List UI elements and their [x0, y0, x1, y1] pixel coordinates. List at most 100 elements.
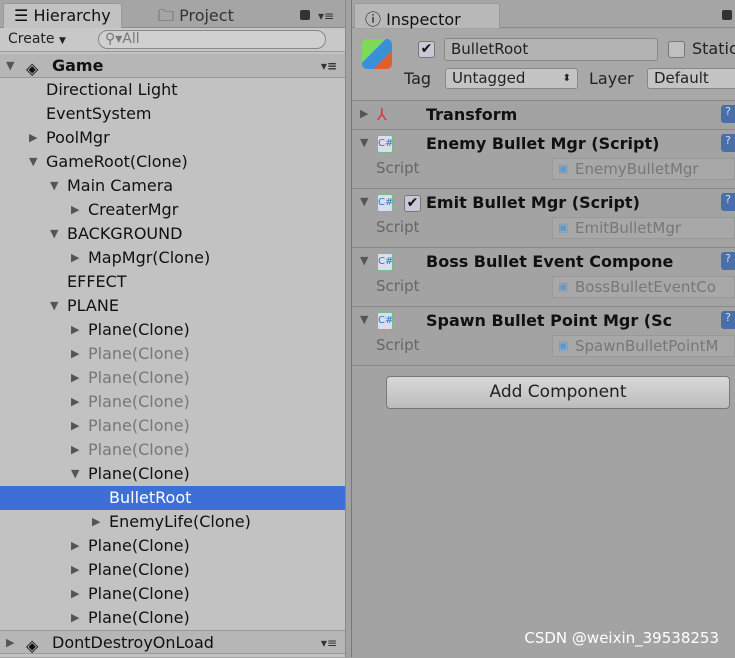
collapsed-arrow-icon[interactable]: ▶	[71, 606, 79, 630]
hierarchy-item[interactable]: ▶ EnemyLife(Clone)	[0, 510, 345, 534]
layer-dropdown[interactable]: Default	[647, 68, 735, 89]
enabled-checkbox[interactable]: ✔	[404, 195, 421, 212]
component-title: Transform	[426, 105, 518, 124]
add-component-button[interactable]: Add Component	[386, 376, 730, 409]
hierarchy-item[interactable]: ▶ Plane(Clone)	[0, 582, 345, 606]
inspector-panel: ⓘ Inspector ✔ BulletRoot Static Tag Unta…	[351, 0, 735, 657]
tab-hierarchy[interactable]: ☰ Hierarchy	[3, 3, 122, 28]
script-field[interactable]: ▣ BossBulletEventCo	[552, 276, 735, 298]
item-label: Plane(Clone)	[88, 416, 190, 435]
item-label: PoolMgr	[46, 128, 110, 147]
collapsed-arrow-icon[interactable]: ▶	[71, 366, 79, 390]
collapsed-arrow-icon[interactable]: ▶	[71, 534, 79, 558]
scene-menu-icon[interactable]: ▾≡	[321, 54, 337, 78]
search-input[interactable]: ⚲▾All	[98, 30, 326, 49]
hierarchy-item[interactable]: ▼ PLANE	[0, 294, 345, 318]
expanded-arrow-icon[interactable]: ▼	[6, 54, 14, 78]
static-checkbox[interactable]	[668, 41, 685, 58]
collapsed-arrow-icon[interactable]: ▶	[71, 582, 79, 606]
create-button[interactable]: Create ▼	[8, 31, 66, 47]
script-field[interactable]: ▣ EnemyBulletMgr	[552, 158, 735, 180]
help-icon[interactable]: ?	[721, 252, 735, 270]
collapsed-arrow-icon[interactable]: ▶	[71, 342, 79, 366]
hierarchy-item[interactable]: ▶ CreaterMgr	[0, 198, 345, 222]
tag-dropdown[interactable]: Untagged ⬍	[445, 68, 578, 89]
scene-row[interactable]: ▼ ◈ Game ▾≡	[0, 54, 345, 78]
scene-menu-icon[interactable]: ▾≡	[321, 631, 337, 655]
collapsed-arrow-icon[interactable]: ▶	[71, 438, 79, 462]
hierarchy-item[interactable]: ▶ Plane(Clone)	[0, 342, 345, 366]
help-icon[interactable]: ?	[721, 134, 735, 152]
hierarchy-item[interactable]: ▶ Plane(Clone)	[0, 558, 345, 582]
expanded-arrow-icon[interactable]: ▼	[360, 313, 368, 326]
expanded-arrow-icon[interactable]: ▼	[50, 222, 58, 246]
expanded-arrow-icon[interactable]: ▼	[50, 294, 58, 318]
expanded-arrow-icon[interactable]: ▼	[29, 150, 37, 174]
help-icon[interactable]: ?	[721, 311, 735, 329]
collapsed-arrow-icon[interactable]: ▶	[29, 126, 37, 150]
transform-component[interactable]: ▶ ⅄ Transform ?	[352, 101, 735, 130]
hierarchy-item[interactable]: ▶ Plane(Clone)	[0, 534, 345, 558]
hierarchy-item[interactable]: ▼ Main Camera	[0, 174, 345, 198]
hierarchy-item[interactable]: ▼ BACKGROUND	[0, 222, 345, 246]
transform-icon: ⅄	[377, 105, 387, 124]
panel-menu-icon[interactable]: ▾≡	[318, 9, 334, 23]
hierarchy-item[interactable]: ▶ MapMgr(Clone)	[0, 246, 345, 270]
hierarchy-item[interactable]: ▶ Plane(Clone)	[0, 318, 345, 342]
tab-inspector[interactable]: ⓘ Inspector	[354, 3, 500, 29]
search-icon: ⚲▾	[105, 31, 123, 47]
hierarchy-item[interactable]: ▶ Plane(Clone)	[0, 366, 345, 390]
script-file-icon: ▣	[558, 339, 569, 352]
active-checkbox[interactable]: ✔	[418, 41, 435, 58]
collapsed-arrow-icon[interactable]: ▶	[71, 198, 79, 222]
tab-project[interactable]: 🗀 Project	[148, 3, 244, 28]
script-field[interactable]: ▣ SpawnBulletPointM	[552, 335, 735, 357]
collapsed-arrow-icon[interactable]: ▶	[71, 318, 79, 342]
hierarchy-item[interactable]: ▼ Plane(Clone)	[0, 462, 345, 486]
hierarchy-item[interactable]: EFFECT	[0, 270, 345, 294]
script-component: ▼ C# ✔ Emit Bullet Mgr (Script)? Script ▣ Emit…	[352, 189, 735, 248]
script-label: Script	[376, 218, 420, 236]
object-name-input[interactable]: BulletRoot	[444, 38, 658, 61]
item-label: Plane(Clone)	[88, 368, 190, 387]
expanded-arrow-icon[interactable]: ▼	[71, 462, 79, 486]
hierarchy-item[interactable]: EventSystem	[0, 102, 345, 126]
help-icon[interactable]: ?	[721, 193, 735, 211]
component-title[interactable]: Enemy Bullet Mgr (Script)	[426, 134, 659, 153]
item-label: BulletRoot	[109, 488, 192, 507]
expanded-arrow-icon[interactable]: ▼	[50, 174, 58, 198]
hierarchy-item[interactable]: ▼ GameRoot(Clone)	[0, 150, 345, 174]
hierarchy-item[interactable]: BulletRoot	[0, 486, 345, 510]
help-icon[interactable]: ?	[721, 105, 735, 123]
item-label: EventSystem	[46, 104, 152, 123]
collapsed-arrow-icon[interactable]: ▶	[71, 246, 79, 270]
script-field[interactable]: ▣ EmitBulletMgr	[552, 217, 735, 239]
scene-row[interactable]: ▶ ◈ DontDestroyOnLoad ▾≡	[0, 630, 345, 655]
collapsed-arrow-icon[interactable]: ▶	[71, 390, 79, 414]
collapsed-arrow-icon[interactable]: ▶	[6, 631, 14, 655]
info-icon: ⓘ	[365, 10, 387, 29]
collapsed-arrow-icon[interactable]: ▶	[360, 107, 368, 120]
expanded-arrow-icon[interactable]: ▼	[360, 254, 368, 267]
component-title[interactable]: Boss Bullet Event Compone	[426, 252, 673, 271]
hierarchy-item[interactable]: ▶ Plane(Clone)	[0, 390, 345, 414]
hierarchy-item[interactable]: ▶ Plane(Clone)	[0, 414, 345, 438]
component-title[interactable]: Emit Bullet Mgr (Script)	[426, 193, 640, 212]
expanded-arrow-icon[interactable]: ▼	[360, 136, 368, 149]
hierarchy-item[interactable]: Directional Light	[0, 78, 345, 102]
folder-icon: 🗀	[158, 6, 180, 25]
csharp-script-icon: C#	[377, 194, 393, 212]
lock-icon[interactable]	[300, 10, 310, 20]
expanded-arrow-icon[interactable]: ▼	[360, 195, 368, 208]
hierarchy-item[interactable]: ▶ Plane(Clone)	[0, 606, 345, 630]
collapsed-arrow-icon[interactable]: ▶	[71, 558, 79, 582]
hierarchy-item[interactable]: ▶ Plane(Clone)	[0, 438, 345, 462]
lock-icon[interactable]	[722, 10, 732, 20]
collapsed-arrow-icon[interactable]: ▶	[92, 510, 100, 534]
layer-label: Layer	[589, 69, 634, 88]
script-file-icon: ▣	[558, 221, 569, 234]
component-title[interactable]: Spawn Bullet Point Mgr (Sc	[426, 311, 672, 330]
csharp-script-icon: C#	[377, 253, 393, 271]
collapsed-arrow-icon[interactable]: ▶	[71, 414, 79, 438]
hierarchy-item[interactable]: ▶ PoolMgr	[0, 126, 345, 150]
